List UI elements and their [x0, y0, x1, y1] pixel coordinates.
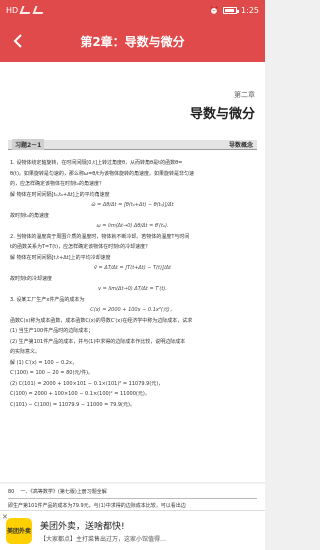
- page-title: 第2章：导数与微分: [80, 34, 185, 49]
- content-line: 的，应怎样确定该物体在时刻t₀的角速度？: [10, 181, 104, 187]
- content-line: 解 物体在时间间隔[t,t+Δt]上的平均冷却速度: [10, 254, 111, 261]
- alarm-icon: ⏰: [209, 5, 220, 15]
- section-tag: 习题2－1: [12, 139, 45, 150]
- back-button[interactable]: [0, 20, 36, 62]
- content-line: θ(t)。如果旋转是匀速的，那么称ω=θ/t为该物体旋转的角速度。如果旋转是非匀…: [10, 170, 195, 177]
- ad-banner[interactable]: ✕ 美团外卖 美团外卖，送啥都快! 【大家都点】主打菜售出过万，这家小馆值得…: [0, 510, 265, 550]
- meituan-logo: 美团外卖: [6, 517, 32, 544]
- content-line: (2) C(101) = 2000 + 100×101 − 0.1×(101)²…: [10, 380, 164, 387]
- section-name: 导数概念: [228, 142, 253, 149]
- status-right: ⏰ 1:25: [209, 6, 259, 15]
- content-line: 函数C(x)称为成本函数，成本函数C(x)的导数C′(x)在经济学中称为边际成本…: [10, 317, 193, 324]
- close-icon[interactable]: ✕: [2, 513, 8, 521]
- status-left: HD: [6, 5, 46, 15]
- ad-title: 美团外卖，送啥都快!: [40, 521, 125, 532]
- content-line: (2) 生产第101件产品的成本，并与(1)中求得的边际成本作比较，说明边际成本: [10, 338, 186, 345]
- chapter-heading: 第二章 导数与微分: [190, 90, 255, 122]
- equation: C(x) = 2000 + 100x − 0.1x²(元)，: [90, 307, 175, 313]
- content-line: C(100) = 2000 + 100×100 − 0.1×(100)² = 1…: [10, 391, 150, 397]
- ad-text: 美团外卖，送啥都快! 【大家都点】主打菜售出过万，这家小馆值得…: [40, 519, 259, 543]
- book-title: 一、《高等数学》(第七版)上册习题全解: [20, 489, 107, 495]
- content-line: 3. 设某工厂生产x件产品的成本为: [10, 296, 85, 303]
- section-bar: 习题2－1 导数概念: [8, 139, 257, 150]
- content-line: 2. 当物体的温度高于周围介质的温度时，物体就不断冷却。若物体的温度T与时间: [10, 233, 190, 240]
- page-header: 80 一、《高等数学》(第七版)上册习题全解: [8, 488, 257, 499]
- chapter-number: 第二章: [234, 91, 255, 99]
- ad-subtitle: 【大家都点】主打菜售出过万，这家小馆值得…: [40, 535, 167, 543]
- carrier-label: HD: [6, 5, 19, 15]
- content-line: 故时刻t的冷却速度: [10, 275, 52, 282]
- battery-icon: [223, 6, 240, 14]
- equation: ω̄ = Δθ/Δt = [θ(t₀+Δt) − θ(t₀)]/Δt: [91, 202, 174, 208]
- content-line: C′(100) = 100 − 20 = 80(元/件)。: [10, 370, 94, 376]
- content-line: C(101) − C(100) = 11079.9 − 11000 = 79.9…: [10, 401, 135, 408]
- status-bar: HD ⏰ 1:25: [0, 0, 265, 20]
- clock: 1:25: [241, 5, 259, 15]
- app-bar: 第2章：导数与微分: [0, 20, 265, 62]
- equation: v̄ = ΔT/Δt = [T(t+Δt) − T(t)]/Δt: [94, 265, 171, 271]
- content-line: 故时刻t₀的角速度: [10, 212, 49, 219]
- equation: ω = lim(Δt→0) Δθ/Δt = θ′(t₀).: [96, 223, 169, 229]
- content-line: 即生产第101件产品的成本为79.9元，与(1)中求得的边际成本比较，可以看出边: [8, 503, 186, 509]
- content-line: (1) 当生产100件产品时的边际成本；: [10, 328, 94, 334]
- equation: v = lim(Δt→0) ΔT/Δt = T′(t).: [98, 286, 167, 292]
- content-line: 1. 设物体绕定轴旋转，在时间间隔[0,t]上转过角度θ，从而转角θ是t的函数θ…: [10, 160, 183, 166]
- exercise-content: 1. 设物体绕定轴旋转，在时间间隔[0,t]上转过角度θ，从而转角θ是t的函数θ…: [10, 158, 255, 410]
- content-line: 解 (1) C′(x) = 100 − 0.2x，: [10, 359, 77, 366]
- wifi-icon: [32, 6, 46, 14]
- content-line: t的函数关系为T=T(t)，应怎样确定该物体在时刻t的冷却速度？: [10, 244, 151, 250]
- chapter-title: 导数与微分: [189, 107, 255, 122]
- document-page: 第二章 导数与微分 习题2－1 导数概念 1. 设物体绕定轴旋转，在时间间隔[0…: [0, 62, 265, 482]
- signal-icon: [19, 6, 33, 14]
- chevron-left-icon: [13, 34, 22, 48]
- page-number: 80: [8, 489, 15, 495]
- content-line: 的实际意义。: [10, 349, 41, 355]
- content-line: 解 物体在时间间隔[t₀,t₀+Δt]上的平均角速度: [10, 191, 110, 198]
